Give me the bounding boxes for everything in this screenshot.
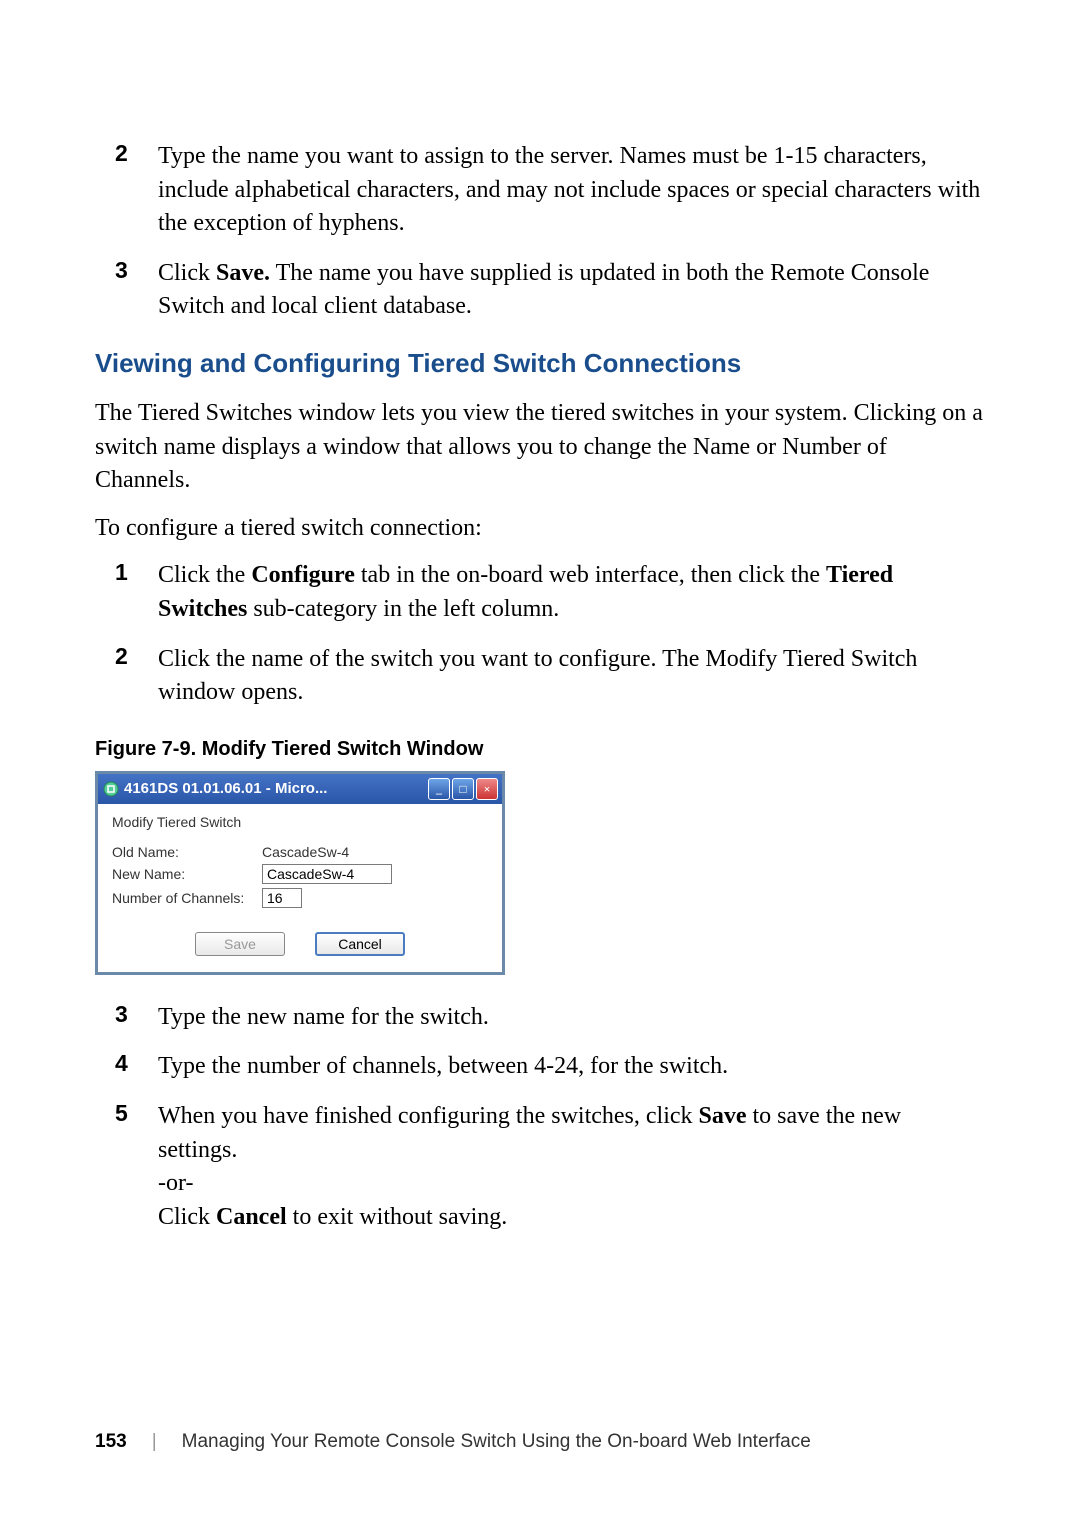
step-text: Click the name of the switch you want to… — [158, 643, 985, 710]
maximize-icon: □ — [459, 783, 466, 795]
app-icon — [102, 780, 120, 798]
step-item: 4 Type the number of channels, between 4… — [115, 1050, 985, 1084]
step-text: Type the number of channels, between 4-2… — [158, 1050, 728, 1084]
text-line3-prefix: Click — [158, 1204, 216, 1230]
window-title: 4161DS 01.01.06.01 - Micro... — [124, 780, 424, 797]
form-row-old-name: Old Name: CascadeSw-4 — [112, 844, 488, 860]
text-prefix: Click — [158, 260, 216, 286]
text-suffix: The name you have supplied is updated in… — [158, 260, 929, 320]
minimize-button[interactable]: _ — [428, 778, 450, 800]
window-titlebar: 4161DS 01.01.06.01 - Micro... _ □ × — [98, 774, 502, 804]
window-controls: _ □ × — [428, 778, 498, 800]
section-heading: Viewing and Configuring Tiered Switch Co… — [95, 348, 985, 379]
step-item: 3 Click Save. The name you have supplied… — [115, 257, 985, 324]
text-mid: tab in the on-board web interface, then … — [355, 562, 826, 588]
text-bold: Save. — [216, 260, 270, 286]
step-text: Click Save. The name you have supplied i… — [158, 257, 985, 324]
step-number: 1 — [115, 559, 150, 626]
step-item: 3 Type the new name for the switch. — [115, 1001, 985, 1035]
channels-label: Number of Channels: — [112, 890, 262, 906]
footer-divider: | — [152, 1431, 157, 1453]
step-text: Click the Configure tab in the on-board … — [158, 559, 985, 626]
step-number: 5 — [115, 1100, 150, 1234]
paragraph: To configure a tiered switch connection: — [95, 512, 985, 546]
step-item: 2 Click the name of the switch you want … — [115, 643, 985, 710]
minimize-icon: _ — [436, 783, 442, 795]
old-name-label: Old Name: — [112, 844, 262, 860]
step-number: 4 — [115, 1050, 150, 1084]
close-icon: × — [484, 783, 491, 795]
dialog-body: Modify Tiered Switch Old Name: CascadeSw… — [98, 804, 502, 972]
page-footer: 153 | Managing Your Remote Console Switc… — [95, 1431, 811, 1453]
new-name-input[interactable] — [262, 864, 392, 884]
text-or: -or- — [158, 1170, 194, 1196]
old-name-value: CascadeSw-4 — [262, 844, 349, 860]
text-line3-suffix: to exit without saving. — [287, 1204, 508, 1230]
channels-input[interactable] — [262, 888, 302, 908]
form-row-new-name: New Name: — [112, 864, 488, 884]
text-suffix: sub-category in the left column. — [247, 596, 559, 622]
step-text: Type the name you want to assign to the … — [158, 140, 985, 241]
new-name-label: New Name: — [112, 866, 262, 882]
text-prefix: Click the — [158, 562, 251, 588]
dialog-button-row: Save Cancel — [112, 932, 488, 956]
dialog-subtitle: Modify Tiered Switch — [112, 814, 488, 830]
footer-text: Managing Your Remote Console Switch Usin… — [182, 1431, 811, 1453]
page-number: 153 — [95, 1431, 127, 1453]
paragraph: The Tiered Switches window lets you view… — [95, 397, 985, 498]
step-number: 2 — [115, 140, 150, 241]
step-item: 2 Type the name you want to assign to th… — [115, 140, 985, 241]
figure-caption: Figure 7-9. Modify Tiered Switch Window — [95, 738, 985, 761]
save-button[interactable]: Save — [195, 932, 285, 956]
step-number: 3 — [115, 257, 150, 324]
dialog-window: 4161DS 01.01.06.01 - Micro... _ □ × Modi… — [95, 771, 505, 975]
close-button[interactable]: × — [476, 778, 498, 800]
form-row-channels: Number of Channels: — [112, 888, 488, 908]
text-bold: Configure — [251, 562, 355, 588]
step-number: 2 — [115, 643, 150, 710]
step-item: 5 When you have finished configuring the… — [115, 1100, 985, 1234]
cancel-button[interactable]: Cancel — [315, 932, 405, 956]
text-prefix: When you have finished configuring the s… — [158, 1103, 699, 1129]
step-number: 3 — [115, 1001, 150, 1035]
text-bold: Save — [699, 1103, 747, 1129]
step-text: When you have finished configuring the s… — [158, 1100, 985, 1234]
step-item: 1 Click the Configure tab in the on-boar… — [115, 559, 985, 626]
text-line3-bold: Cancel — [216, 1204, 287, 1230]
step-text: Type the new name for the switch. — [158, 1001, 489, 1035]
maximize-button[interactable]: □ — [452, 778, 474, 800]
